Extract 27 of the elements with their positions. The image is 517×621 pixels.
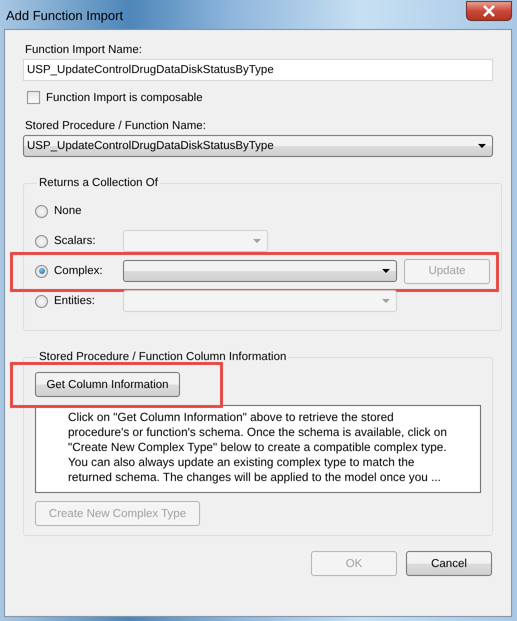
procedure-dropdown[interactable]: USP_UpdateControlDrugDataDiskStatusByType: [23, 135, 493, 157]
caret-icon: [382, 269, 390, 273]
radio-button[interactable]: [35, 264, 48, 278]
caret-icon: [382, 299, 390, 303]
close-icon: [482, 4, 496, 16]
caret-icon: [253, 239, 261, 243]
window-title: Add Function Import: [6, 8, 124, 23]
radio-label: None: [54, 205, 82, 217]
checkbox-label: Function Import is composable: [46, 92, 203, 104]
group-title: Stored Procedure / Function Column Information: [38, 351, 288, 363]
dialog-button[interactable]: Cancel: [406, 551, 492, 576]
radio-label: Scalars:: [54, 235, 97, 247]
radio-button[interactable]: [35, 204, 48, 218]
radio-label: Complex:: [54, 265, 104, 277]
name-field[interactable]: USP_UpdateControlDrugDataDiskStatusByType: [23, 59, 493, 81]
radio-label: Entities:: [54, 295, 96, 307]
radio-button[interactable]: [35, 234, 48, 248]
get-column-info-button[interactable]: Get Column Information: [35, 372, 180, 397]
radio-button[interactable]: [35, 294, 48, 308]
dropdown[interactable]: [123, 260, 397, 282]
field-label: Stored Procedure / Function Name:: [24, 120, 207, 132]
description-text: Click on "Get Column Information" above to retrieve the stored procedure's or function's schema. Once the schema is available, click on "Create New Complex Type" below to create a compatible complex type. You can also always update an existing complex type to match the returned schema. The changes will be applied to the model once you ...: [68, 410, 448, 485]
close-button[interactable]: [466, 0, 512, 20]
checkbox[interactable]: [27, 91, 40, 104]
field-label: Function Import Name:: [24, 44, 143, 56]
group-title: Returns a Collection Of: [38, 177, 159, 189]
caret-icon: [478, 144, 486, 148]
